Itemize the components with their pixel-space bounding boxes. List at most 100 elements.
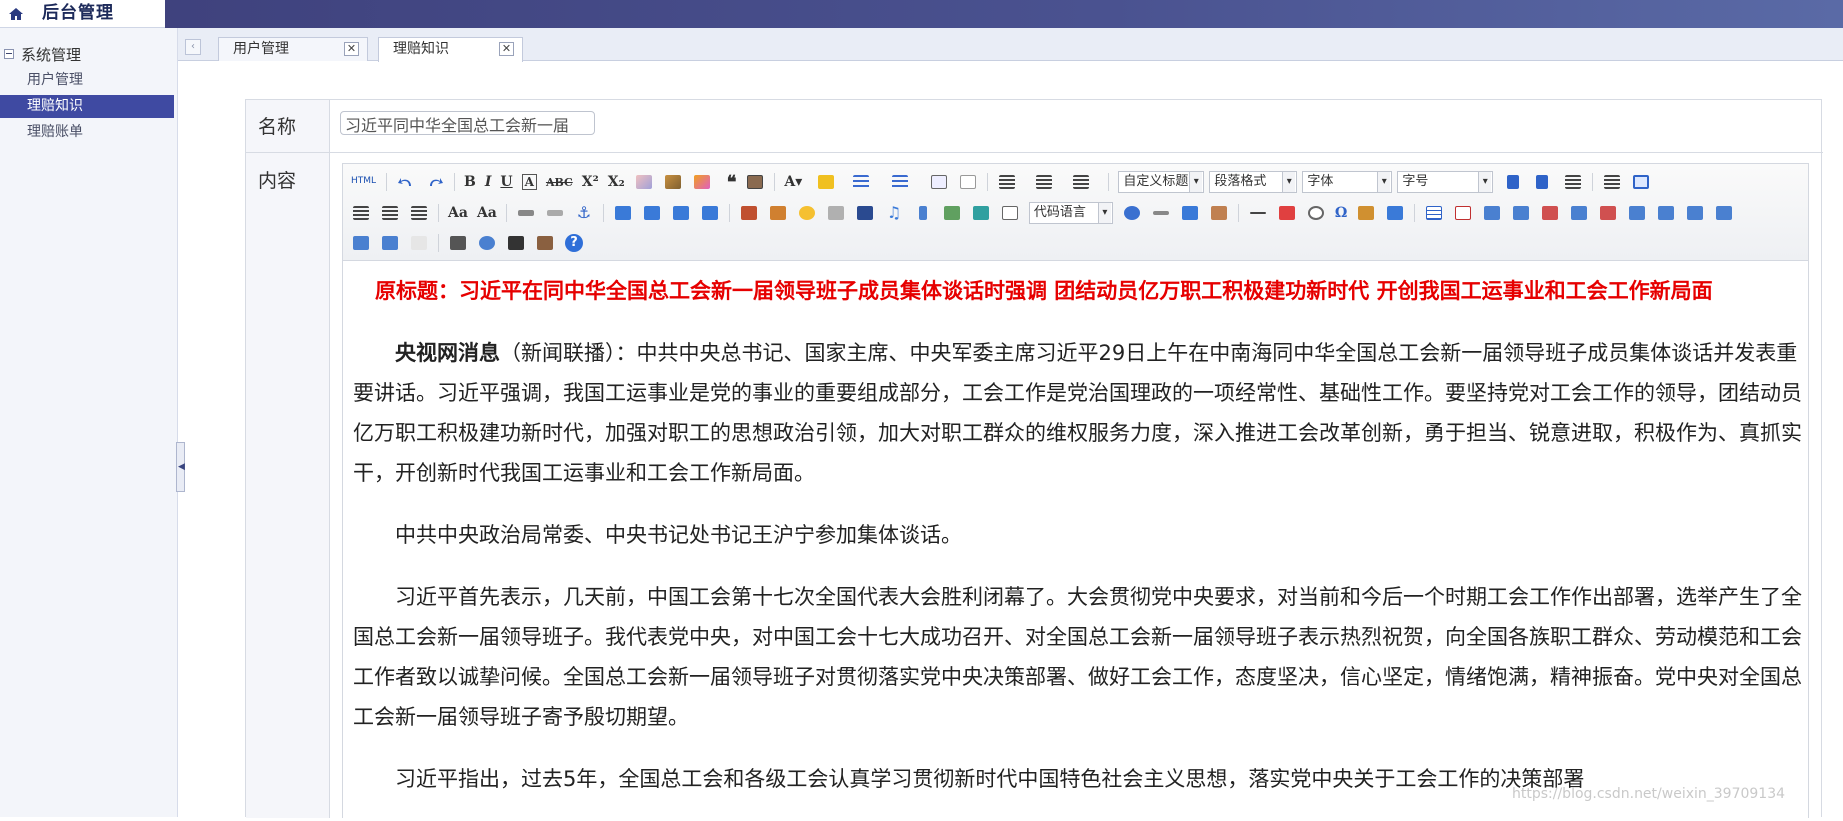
- italic-icon[interactable]: I: [485, 174, 492, 190]
- insert-col-icon[interactable]: [1569, 203, 1589, 223]
- justify-left-icon[interactable]: [1602, 172, 1622, 192]
- app-title: 后台管理: [42, 3, 114, 23]
- superscript-icon[interactable]: X²: [582, 174, 599, 190]
- tab-claims-knowledge[interactable]: 理赔知识 ✕: [378, 37, 523, 62]
- undo-icon[interactable]: [396, 172, 416, 192]
- split-to-cells-icon[interactable]: [1714, 203, 1734, 223]
- paragraph-format-select[interactable]: 段落格式: [1209, 171, 1298, 193]
- blockquote-icon[interactable]: ❝: [727, 172, 737, 193]
- music-icon[interactable]: ♫: [884, 203, 904, 223]
- search-replace-icon[interactable]: [506, 233, 526, 253]
- justify-right-icon[interactable]: [380, 203, 400, 223]
- sidebar-group-system[interactable]: 系统管理: [0, 42, 81, 66]
- close-icon[interactable]: ✕: [499, 42, 514, 56]
- row-spacing-top-icon[interactable]: [997, 172, 1025, 192]
- image-none-icon[interactable]: [613, 203, 633, 223]
- delete-col-icon[interactable]: [1598, 203, 1618, 223]
- justify-center-icon[interactable]: [351, 203, 371, 223]
- code-language-select[interactable]: 代码语言: [1028, 202, 1113, 224]
- format-brush-icon[interactable]: [663, 172, 683, 192]
- autotype-icon[interactable]: [692, 172, 718, 192]
- touppercase-icon[interactable]: Aa: [448, 205, 468, 221]
- select-all-icon[interactable]: [929, 172, 949, 192]
- split-to-rows-icon[interactable]: [351, 233, 371, 253]
- rtl-icon[interactable]: [1534, 172, 1554, 192]
- editor-content[interactable]: 原标题：习近平在同中华全国总工会新一届领导班子成员集体谈话时强调 团结动员亿万职…: [353, 271, 1803, 821]
- preview-icon[interactable]: [477, 233, 497, 253]
- insert-paragraph-before-table-icon[interactable]: [1482, 203, 1502, 223]
- insert-image-icon[interactable]: [768, 203, 788, 223]
- image-center-icon[interactable]: [700, 203, 720, 223]
- anchor-icon[interactable]: ⚓: [574, 203, 594, 223]
- tab-user-management[interactable]: 用户管理 ✕: [218, 37, 368, 61]
- line-height-icon[interactable]: [1071, 172, 1099, 192]
- unlink-icon[interactable]: [545, 203, 565, 223]
- merge-down-icon[interactable]: [1685, 203, 1705, 223]
- emotion-icon[interactable]: [797, 203, 817, 223]
- ordered-list-icon[interactable]: [851, 172, 881, 192]
- drafts-icon[interactable]: [535, 233, 555, 253]
- insert-row-icon[interactable]: [1511, 203, 1531, 223]
- sidebar-item-claims-bills[interactable]: 理赔账单: [0, 121, 174, 144]
- sidebar-collapse-handle[interactable]: ◀: [176, 442, 185, 492]
- justify-full-icon[interactable]: [409, 203, 429, 223]
- delete-row-icon[interactable]: [1540, 203, 1560, 223]
- paste-text-icon[interactable]: [745, 172, 765, 192]
- delete-table-icon[interactable]: [1453, 203, 1473, 223]
- indent-icon[interactable]: [1563, 172, 1583, 192]
- page-break-icon[interactable]: [1151, 203, 1171, 223]
- split-to-cols-icon[interactable]: [380, 233, 400, 253]
- strikethrough-icon[interactable]: ABC: [546, 176, 573, 189]
- underline-icon[interactable]: U: [500, 174, 512, 190]
- link-icon[interactable]: [516, 203, 536, 223]
- print-icon[interactable]: [448, 233, 468, 253]
- close-icon[interactable]: ✕: [344, 42, 359, 56]
- insert-frame-icon[interactable]: [1000, 203, 1020, 223]
- charts-icon[interactable]: [409, 233, 429, 253]
- subscript-icon[interactable]: X₂: [608, 174, 625, 190]
- word-image-icon[interactable]: [1356, 203, 1376, 223]
- background-icon[interactable]: [1180, 203, 1200, 223]
- time-icon[interactable]: [1306, 203, 1326, 223]
- custom-title-select[interactable]: 自定义标题: [1118, 171, 1205, 193]
- name-input[interactable]: 习近平同中华全国总工会新一届: [340, 111, 595, 135]
- insert-video-icon[interactable]: [855, 203, 875, 223]
- fullscreen-icon[interactable]: [1631, 172, 1651, 192]
- rich-text-editor[interactable]: HTML B I U A ABC X² X₂ ❝ A▾ 自定义标题 ▾ 段落格式…: [342, 163, 1809, 818]
- insert-table-icon[interactable]: [1424, 203, 1444, 223]
- attachment-icon[interactable]: [913, 203, 933, 223]
- font-size-select[interactable]: 字号: [1397, 171, 1494, 193]
- help-globe-icon[interactable]: [1122, 203, 1142, 223]
- image-left-icon[interactable]: [642, 203, 662, 223]
- font-family-select[interactable]: 字体: [1302, 171, 1393, 193]
- ltr-icon[interactable]: [1505, 172, 1525, 192]
- font-border-icon[interactable]: A: [521, 174, 537, 190]
- merge-cells-icon[interactable]: [1627, 203, 1647, 223]
- eraser-icon[interactable]: [634, 172, 654, 192]
- sidebar-item-user-management[interactable]: 用户管理: [0, 69, 174, 92]
- clear-doc-icon[interactable]: [958, 172, 978, 192]
- font-color-icon[interactable]: A▾: [784, 174, 802, 190]
- tab-scroll-left-button[interactable]: ‹: [185, 39, 201, 55]
- row-spacing-bottom-icon[interactable]: [1034, 172, 1062, 192]
- scrawl-icon[interactable]: [826, 203, 846, 223]
- image-right-icon[interactable]: [671, 203, 691, 223]
- bold-icon[interactable]: B: [464, 174, 476, 190]
- template-icon[interactable]: [1209, 203, 1229, 223]
- tolowercase-icon[interactable]: Aa: [477, 205, 497, 221]
- date-icon[interactable]: [1277, 203, 1297, 223]
- simple-upload-icon[interactable]: [739, 203, 759, 223]
- special-chars-icon[interactable]: Ω: [1335, 205, 1347, 221]
- snap-icon[interactable]: [1385, 203, 1405, 223]
- back-color-icon[interactable]: [816, 172, 842, 192]
- unordered-list-icon[interactable]: [890, 172, 920, 192]
- collapse-icon[interactable]: [4, 49, 14, 59]
- sidebar-item-claims-knowledge[interactable]: 理赔知识: [0, 95, 174, 118]
- html-icon[interactable]: HTML: [351, 172, 377, 192]
- horizontal-icon[interactable]: [1248, 203, 1268, 223]
- gmap-icon[interactable]: [971, 203, 991, 223]
- map-icon[interactable]: [942, 203, 962, 223]
- redo-icon[interactable]: [425, 172, 445, 192]
- help-icon[interactable]: ?: [564, 233, 584, 253]
- merge-right-icon[interactable]: [1656, 203, 1676, 223]
